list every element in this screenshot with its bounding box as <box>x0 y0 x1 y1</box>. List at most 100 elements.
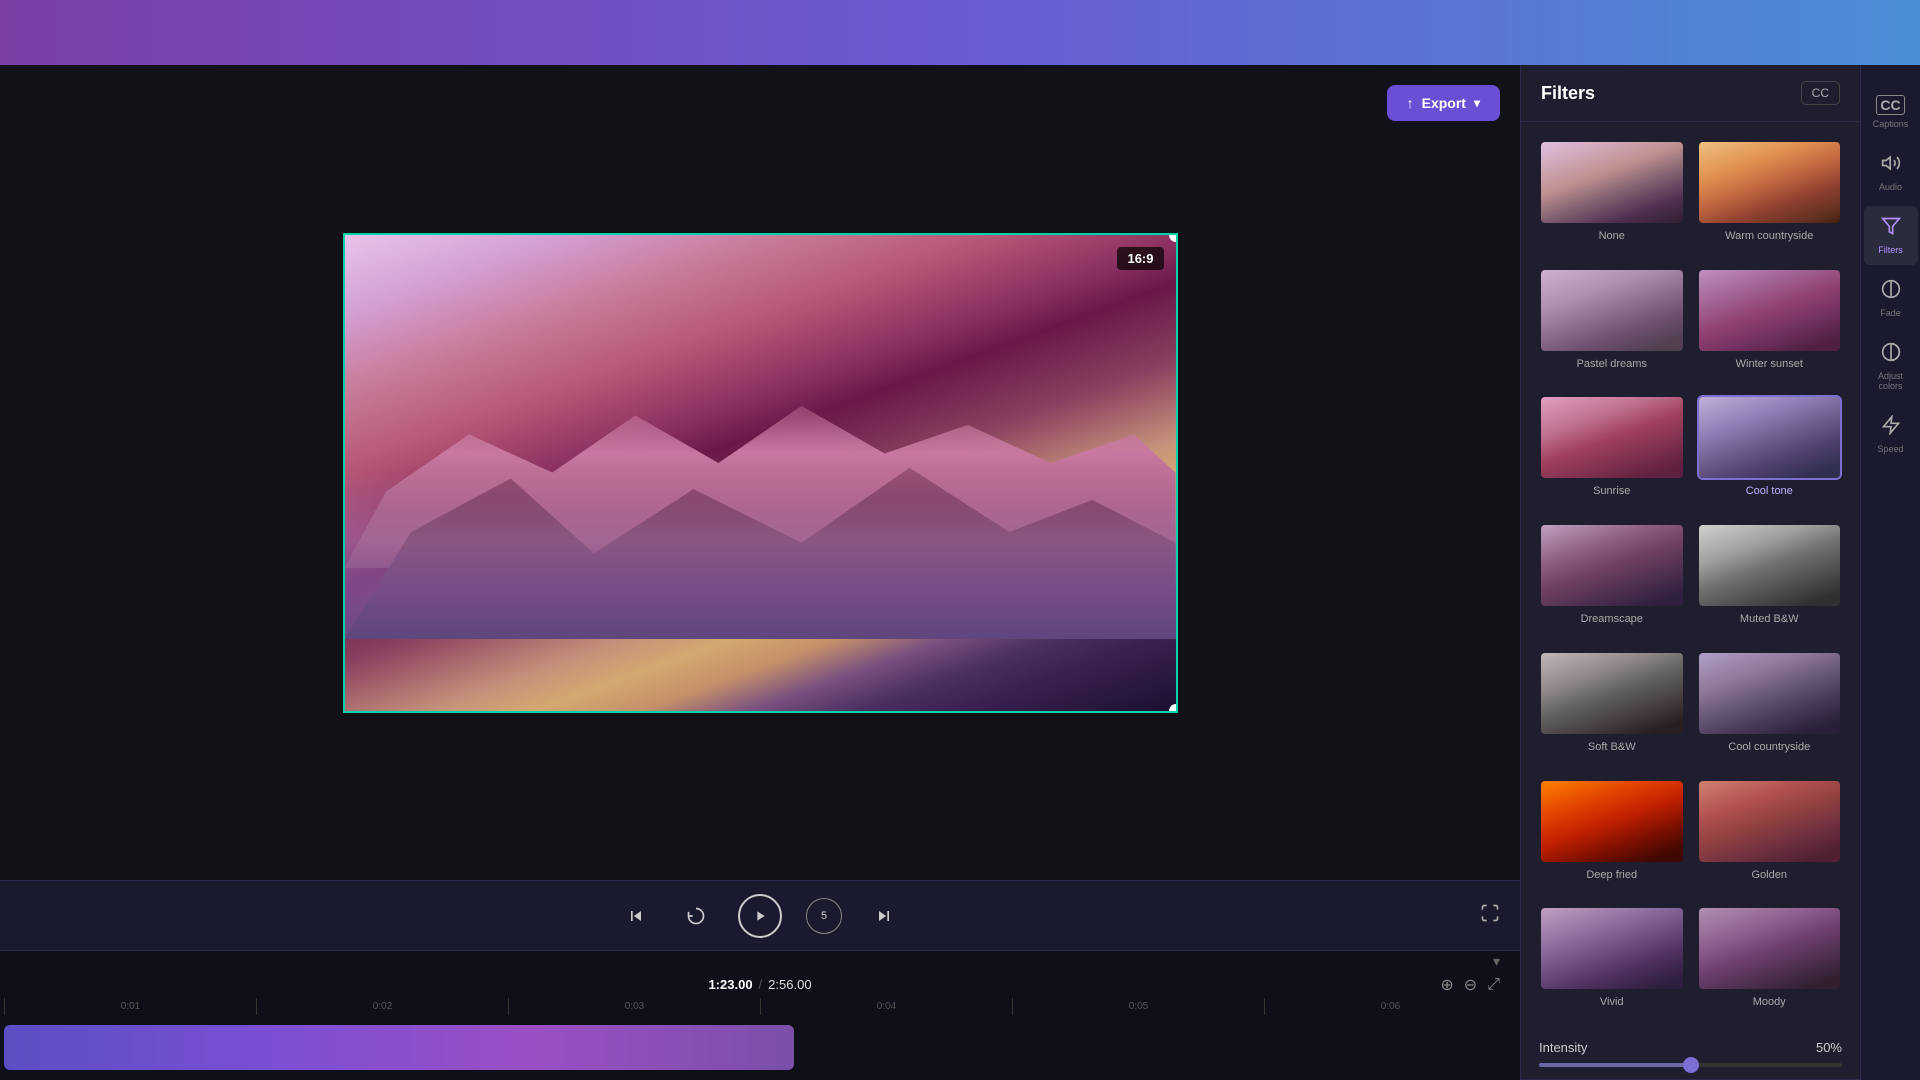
export-button[interactable]: ↑ Export ▾ <box>1387 85 1500 121</box>
audio-label: Audio <box>1879 182 1902 192</box>
fullscreen-button[interactable] <box>1480 903 1500 928</box>
filter-thumb-inner-cool-tone <box>1699 397 1841 478</box>
skip-forward-button[interactable] <box>866 898 902 934</box>
timeline-ruler: 0:01 0:02 0:03 0:04 0:05 0:06 <box>0 998 1520 1015</box>
collapse-timeline-button[interactable]: ▾ <box>1493 953 1500 970</box>
filter-thumb-inner-winter-sunset <box>1699 270 1841 351</box>
filter-item-pastel-dreams[interactable]: Pastel dreams <box>1533 262 1691 390</box>
filter-label-cool-tone: Cool tone <box>1697 485 1843 497</box>
fit-to-window-button[interactable]: ⤢ <box>1487 976 1500 994</box>
video-track[interactable] <box>4 1025 794 1070</box>
filter-thumb-dreamscape <box>1539 523 1685 608</box>
filter-thumb-winter-sunset <box>1697 268 1843 353</box>
filter-item-sunrise[interactable]: Sunrise <box>1533 389 1691 517</box>
filter-thumb-inner-none <box>1541 142 1683 223</box>
filters-label: Filters <box>1878 245 1903 255</box>
zoom-out-button[interactable]: ⊖ <box>1464 975 1477 995</box>
editor-area: ↑ Export ▾ 16:9 <box>0 65 1520 1080</box>
sidebar-item-speed[interactable]: Speed <box>1864 405 1918 464</box>
filter-label-none: None <box>1539 230 1685 242</box>
filter-item-muted-bw[interactable]: Muted B&W <box>1691 517 1849 645</box>
filter-thumb-golden <box>1697 779 1843 864</box>
filters-panel: Filters CC None Warm countryside Pastel dr… <box>1520 65 1860 1080</box>
skip-back-button[interactable] <box>618 898 654 934</box>
right-icons-panel: CC Captions Audio Filters Fade Adjust <box>1860 65 1920 1080</box>
filter-thumb-deep-fried <box>1539 779 1685 864</box>
filter-thumb-inner-dreamscape <box>1541 525 1683 606</box>
filters-grid: None Warm countryside Pastel dreams Winter … <box>1521 122 1860 1040</box>
filter-thumb-inner-muted-bw <box>1699 525 1841 606</box>
filter-label-warm-countryside: Warm countryside <box>1697 230 1843 242</box>
filter-item-dreamscape[interactable]: Dreamscape <box>1533 517 1691 645</box>
filter-label-deep-fried: Deep fried <box>1539 869 1685 881</box>
sidebar-item-captions[interactable]: CC Captions <box>1864 85 1918 139</box>
filter-thumb-inner-extra1 <box>1541 908 1683 989</box>
intensity-slider-thumb[interactable] <box>1683 1057 1699 1073</box>
filter-thumb-cool-countryside <box>1697 651 1843 736</box>
filter-thumb-inner-warm-countryside <box>1699 142 1841 223</box>
filter-item-warm-countryside[interactable]: Warm countryside <box>1691 134 1849 262</box>
filter-item-cool-tone[interactable]: Cool tone <box>1691 389 1849 517</box>
sidebar-item-filters[interactable]: Filters <box>1864 206 1918 265</box>
intensity-label: Intensity <box>1539 1040 1587 1055</box>
captions-label: Captions <box>1873 119 1909 129</box>
ruler-mark-0: 0:01 <box>4 998 256 1015</box>
filter-thumb-extra2 <box>1697 906 1843 991</box>
zoom-in-button[interactable]: ⊕ <box>1440 975 1453 995</box>
filter-thumb-inner-extra2 <box>1699 908 1841 989</box>
filters-panel-header: Filters CC <box>1521 65 1860 122</box>
sidebar-item-fade[interactable]: Fade <box>1864 269 1918 328</box>
forward-5-button[interactable]: 5 <box>806 898 842 934</box>
main-content: ↑ Export ▾ 16:9 <box>0 65 1920 1080</box>
filter-thumb-soft-bw <box>1539 651 1685 736</box>
ruler-mark-4: 0:05 <box>1012 998 1264 1015</box>
filter-item-extra1[interactable]: Vivid <box>1533 900 1691 1028</box>
play-button[interactable] <box>738 894 782 938</box>
captions-button-header[interactable]: CC <box>1801 81 1840 105</box>
filter-label-soft-bw: Soft B&W <box>1539 741 1685 753</box>
filter-item-deep-fried[interactable]: Deep fried <box>1533 773 1691 901</box>
timeline-tracks <box>0 1015 1520 1080</box>
filters-panel-title: Filters <box>1541 83 1595 104</box>
filter-thumb-inner-soft-bw <box>1541 653 1683 734</box>
time-divider: / <box>759 977 763 992</box>
sidebar-item-audio[interactable]: Audio <box>1864 143 1918 202</box>
filter-label-extra1: Vivid <box>1539 996 1685 1008</box>
video-canvas: 16:9 <box>343 233 1178 713</box>
filter-thumb-extra1 <box>1539 906 1685 991</box>
speed-label: Speed <box>1877 444 1903 454</box>
filter-label-cool-countryside: Cool countryside <box>1697 741 1843 753</box>
filter-label-extra2: Moody <box>1697 996 1843 1008</box>
time-display-row: 1:23.00 / 2:56.00 ⊕ ⊖ ⤢ <box>0 971 1520 998</box>
filter-label-muted-bw: Muted B&W <box>1697 613 1843 625</box>
filter-item-soft-bw[interactable]: Soft B&W <box>1533 645 1691 773</box>
export-label: Export <box>1422 95 1466 111</box>
filter-label-pastel-dreams: Pastel dreams <box>1539 358 1685 370</box>
filter-label-golden: Golden <box>1697 869 1843 881</box>
filter-label-sunrise: Sunrise <box>1539 485 1685 497</box>
filters-icon <box>1881 216 1901 241</box>
filter-thumb-cool-tone <box>1697 395 1843 480</box>
intensity-slider-track[interactable] <box>1539 1063 1842 1067</box>
filter-item-cool-countryside[interactable]: Cool countryside <box>1691 645 1849 773</box>
aspect-ratio-badge: 16:9 <box>1117 247 1163 270</box>
filter-item-winter-sunset[interactable]: Winter sunset <box>1691 262 1849 390</box>
filter-item-extra2[interactable]: Moody <box>1691 900 1849 1028</box>
filter-thumb-sunrise <box>1539 395 1685 480</box>
filter-item-none[interactable]: None <box>1533 134 1691 262</box>
export-chevron-icon: ▾ <box>1474 96 1480 110</box>
intensity-value: 50% <box>1816 1040 1842 1055</box>
filter-thumb-none <box>1539 140 1685 225</box>
sidebar-item-adjust-colors[interactable]: Adjust colors <box>1864 332 1918 401</box>
filter-thumb-inner-pastel-dreams <box>1541 270 1683 351</box>
filter-thumb-inner-sunrise <box>1541 397 1683 478</box>
filter-item-golden[interactable]: Golden <box>1691 773 1849 901</box>
top-bar <box>0 0 1920 65</box>
cloud-layer <box>345 473 1176 640</box>
audio-icon <box>1881 153 1901 178</box>
rewind-button[interactable] <box>678 898 714 934</box>
current-time: 1:23.00 <box>708 977 752 992</box>
filter-label-dreamscape: Dreamscape <box>1539 613 1685 625</box>
filter-thumb-inner-golden <box>1699 781 1841 862</box>
filter-label-winter-sunset: Winter sunset <box>1697 358 1843 370</box>
